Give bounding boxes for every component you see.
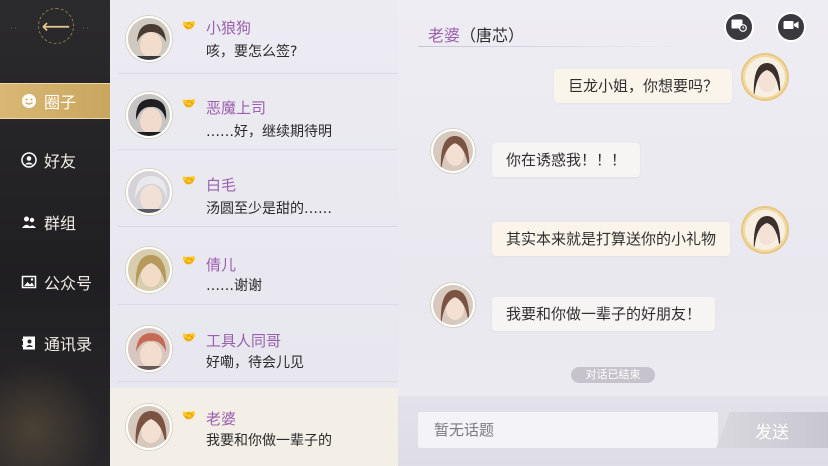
sidebar-item-friends[interactable]: 好友 bbox=[0, 142, 110, 178]
conversation-ended-label: 对话已结束 bbox=[571, 367, 655, 383]
avatar bbox=[431, 129, 475, 173]
conversation-preview: 汤圆至少是甜的…… bbox=[206, 201, 332, 217]
list-item[interactable]: 🤝 小狼狗 咳，要怎么签? bbox=[110, 2, 398, 74]
list-item[interactable]: 🤝 恶魔上司 ……好，继续期待明 bbox=[110, 78, 398, 150]
chat-title: 老婆（唐芯） bbox=[428, 22, 524, 46]
group-icon bbox=[20, 213, 38, 231]
sidebar-item-label: 通讯录 bbox=[44, 335, 93, 354]
avatar bbox=[126, 247, 172, 293]
divider bbox=[418, 46, 688, 47]
avatar bbox=[743, 55, 787, 99]
sidebar-nav: ·· ⟵ ·· 圈子 好友 群组 公众号 通讯录 bbox=[0, 0, 110, 466]
sidebar-item-official-accounts[interactable]: 公众号 bbox=[0, 264, 110, 300]
back-circle[interactable]: ⟵ bbox=[38, 8, 74, 44]
arrow-left-icon: ⟵ bbox=[41, 14, 71, 38]
conversation-preview: 咳，要怎么签? bbox=[206, 44, 298, 60]
dots-decoration: ·· bbox=[10, 24, 20, 33]
handshake-icon: 🤝 bbox=[182, 253, 196, 267]
list-item[interactable]: 🤝 倩儿 ……谢谢 bbox=[110, 233, 398, 305]
divider bbox=[118, 149, 398, 150]
divider bbox=[118, 381, 398, 382]
message-bubble: 其实本来就是打算送你的小礼物 bbox=[492, 222, 731, 256]
handshake-icon: 🤝 bbox=[182, 173, 196, 187]
sidebar-item-circle[interactable]: 圈子 bbox=[0, 83, 110, 119]
conversation-name: 工具人同哥 bbox=[206, 332, 282, 350]
avatar bbox=[126, 404, 172, 450]
message-bubble: 巨龙小姐，你想要吗？ bbox=[554, 69, 733, 103]
photo-clock-icon bbox=[731, 18, 747, 36]
app-root: ·· ⟵ ·· 圈子 好友 群组 公众号 通讯录 🤝 小狼狗 咳，要怎么签? 🤝… bbox=[0, 0, 828, 466]
divider bbox=[118, 226, 398, 227]
back-button[interactable]: ⟵ bbox=[34, 8, 78, 44]
gallery-button[interactable] bbox=[724, 12, 754, 42]
divider bbox=[118, 304, 398, 305]
avatar bbox=[126, 326, 172, 372]
sidebar-item-label: 公众号 bbox=[44, 274, 93, 293]
list-item-selected[interactable]: 🤝 老婆 我要和你做一辈子的 bbox=[110, 388, 398, 466]
conversation-name: 倩儿 bbox=[206, 256, 237, 274]
handshake-icon: 🤝 bbox=[182, 18, 196, 32]
chat-contact-realname: （唐芯） bbox=[460, 26, 525, 45]
chat-contact-name: 老婆 bbox=[428, 26, 461, 45]
sidebar-item-label: 好友 bbox=[44, 152, 77, 171]
divider bbox=[118, 73, 398, 74]
handshake-icon: 🤝 bbox=[182, 96, 196, 110]
handshake-icon: 🤝 bbox=[182, 408, 196, 422]
conversation-preview: ……谢谢 bbox=[206, 278, 262, 294]
sidebar-item-label: 群组 bbox=[44, 214, 77, 233]
avatar bbox=[126, 92, 172, 138]
message-bubble: 我要和你做一辈子的好朋友！ bbox=[492, 297, 716, 331]
image-icon bbox=[20, 273, 38, 291]
dots-decoration: ·· bbox=[82, 24, 92, 33]
conversation-name: 小狼狗 bbox=[206, 19, 252, 37]
sidebar-item-contacts[interactable]: 通讯录 bbox=[0, 325, 110, 361]
contacts-icon bbox=[20, 334, 38, 352]
conversation-name: 恶魔上司 bbox=[206, 99, 267, 117]
send-button[interactable]: 发送 bbox=[716, 412, 828, 448]
sidebar-item-label: 圈子 bbox=[44, 93, 77, 112]
handshake-icon: 🤝 bbox=[182, 330, 196, 344]
conversation-preview: 我要和你做一辈子的 bbox=[206, 433, 332, 449]
conversation-preview: ……好，继续期待明 bbox=[206, 124, 332, 140]
avatar bbox=[126, 16, 172, 62]
nav-decoration bbox=[0, 346, 110, 466]
video-camera-icon bbox=[783, 19, 799, 35]
list-item[interactable]: 🤝 工具人同哥 好嘞，待会儿见 bbox=[110, 310, 398, 382]
avatar bbox=[743, 208, 787, 252]
list-item[interactable]: 🤝 白毛 汤圆至少是甜的…… bbox=[110, 155, 398, 227]
smiley-icon bbox=[20, 92, 38, 110]
message-bubble: 你在诱惑我！！！ bbox=[492, 143, 641, 177]
avatar bbox=[126, 169, 172, 215]
conversation-name: 老婆 bbox=[206, 410, 237, 428]
conversation-preview: 好嘞，待会儿见 bbox=[206, 355, 304, 371]
message-input[interactable]: 暂无话题 bbox=[418, 412, 718, 448]
conversation-name: 白毛 bbox=[206, 176, 237, 194]
sidebar-item-groups[interactable]: 群组 bbox=[0, 204, 110, 240]
avatar bbox=[431, 283, 475, 327]
video-button[interactable] bbox=[776, 12, 806, 42]
input-bar: 暂无话题 发送 bbox=[398, 396, 828, 466]
user-circle-icon bbox=[20, 151, 38, 169]
conversation-list: 🤝 小狼狗 咳，要怎么签? 🤝 恶魔上司 ……好，继续期待明 🤝 白毛 汤圆至少… bbox=[110, 0, 398, 466]
